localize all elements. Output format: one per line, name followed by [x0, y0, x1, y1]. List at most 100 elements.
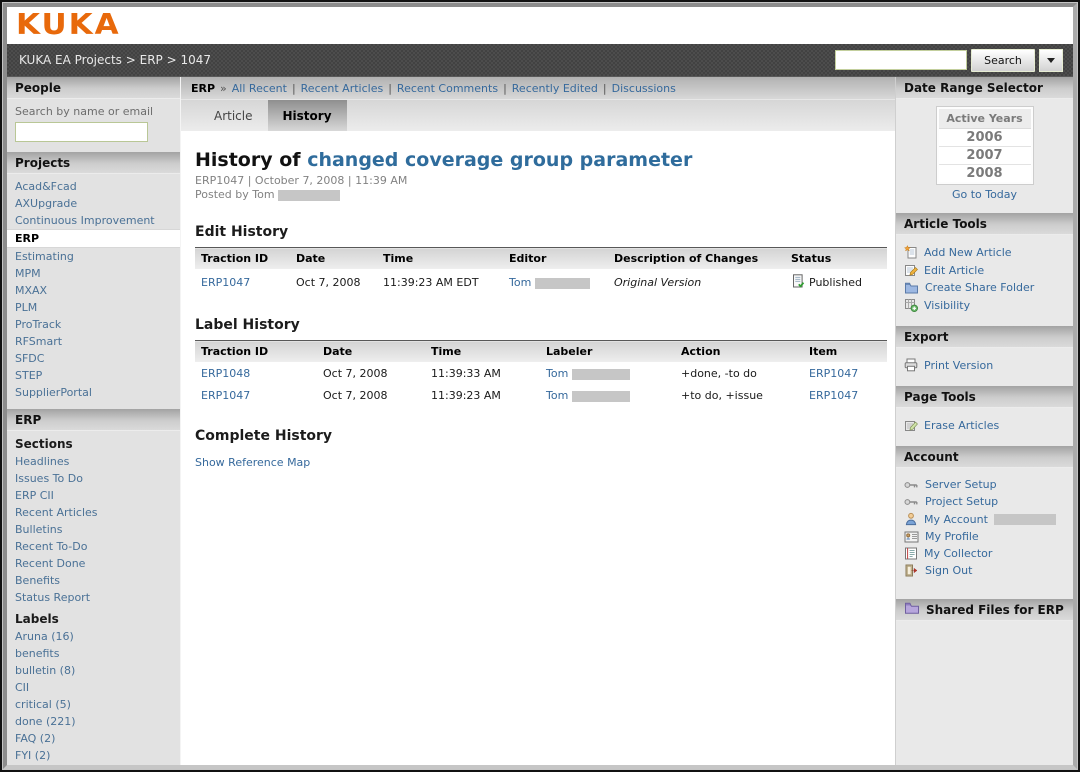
people-search-label: Search by name or email	[15, 105, 172, 118]
section-link[interactable]: Headlines	[7, 453, 180, 470]
project-link[interactable]: ProTrack	[7, 316, 180, 333]
item-link[interactable]: ERP1047	[809, 389, 858, 402]
table-row: ERP1047 Oct 7, 2008 11:39:23 AM Tom +to …	[195, 384, 887, 406]
labeler-link[interactable]: Tom	[546, 389, 568, 402]
section-link[interactable]: Bulletins	[7, 521, 180, 538]
section-link[interactable]: Status Report	[7, 589, 180, 606]
year-link[interactable]: 2006	[939, 129, 1031, 147]
redacted-text	[572, 391, 630, 402]
section-link[interactable]: ERP CII	[7, 487, 180, 504]
label-link[interactable]: benefits	[7, 645, 180, 662]
erase-articles-link[interactable]: Erase Articles	[924, 419, 999, 432]
search-input[interactable]	[835, 50, 967, 70]
print-version-link[interactable]: Print Version	[924, 359, 993, 372]
tab-article[interactable]: Article	[199, 100, 268, 131]
project-link[interactable]: RFSmart	[7, 333, 180, 350]
labels-label: Labels	[7, 606, 180, 628]
redacted-text	[278, 190, 340, 201]
section-link[interactable]: Recent Articles	[7, 504, 180, 521]
label-link[interactable]: bulletin (8)	[7, 662, 180, 679]
section-link[interactable]: Recent Done	[7, 555, 180, 572]
projects-list: Acad&Fcad AXUpgrade Continuous Improveme…	[7, 174, 180, 409]
redacted-text	[535, 278, 590, 289]
col-description: Description of Changes	[608, 248, 785, 270]
cell-date: Oct 7, 2008	[290, 269, 377, 295]
search-zone: Search	[835, 49, 1063, 72]
item-link[interactable]: ERP1047	[809, 367, 858, 380]
active-years-box: Active Years 2006 2007 2008	[937, 107, 1033, 184]
server-setup-link[interactable]: Server Setup	[925, 478, 997, 491]
article-title-link[interactable]: changed coverage group parameter	[307, 149, 692, 171]
create-share-folder-link[interactable]: Create Share Folder	[925, 281, 1034, 294]
cell-time: 11:39:23 AM EDT	[377, 269, 503, 295]
add-new-article-link[interactable]: Add New Article	[924, 246, 1012, 259]
tab-history[interactable]: History	[268, 100, 347, 131]
project-link[interactable]: Acad&Fcad	[7, 178, 180, 195]
published-icon	[791, 274, 805, 291]
year-link[interactable]: 2007	[939, 147, 1031, 165]
project-setup-link[interactable]: Project Setup	[925, 495, 998, 508]
visibility-link[interactable]: Visibility	[924, 299, 970, 312]
project-link[interactable]: SFDC	[7, 350, 180, 367]
show-reference-map-link[interactable]: Show Reference Map	[195, 456, 310, 469]
traction-id-link[interactable]: ERP1048	[201, 367, 250, 380]
cell-date: Oct 7, 2008	[317, 362, 425, 384]
label-link[interactable]: headline	[7, 764, 180, 765]
project-link-selected[interactable]: ERP	[7, 229, 180, 248]
traction-id-link[interactable]: ERP1047	[201, 389, 250, 402]
section-header-article-tools: Article Tools	[896, 213, 1073, 235]
tool-item: My Profile	[904, 528, 1069, 545]
editor-link[interactable]: Tom	[509, 276, 531, 289]
col-labeler: Labeler	[540, 341, 675, 363]
search-dropdown-button[interactable]	[1039, 49, 1063, 72]
nav-link-recently-edited[interactable]: Recently Edited	[512, 82, 598, 95]
nav-link-recent-articles[interactable]: Recent Articles	[301, 82, 384, 95]
project-link[interactable]: MXAX	[7, 282, 180, 299]
nav-link-recent-comments[interactable]: Recent Comments	[397, 82, 498, 95]
year-link[interactable]: 2008	[939, 165, 1031, 182]
search-button[interactable]: Search	[971, 49, 1035, 72]
top-bar: KUKA EA Projects > ERP > 1047 Search	[7, 44, 1073, 77]
project-link[interactable]: STEP	[7, 367, 180, 384]
label-link[interactable]: FYI (2)	[7, 747, 180, 764]
sign-out-link[interactable]: Sign Out	[925, 564, 972, 577]
add-new-article-icon	[904, 245, 918, 259]
nav-link-discussions[interactable]: Discussions	[612, 82, 676, 95]
nav-link-all-recent[interactable]: All Recent	[232, 82, 287, 95]
label-link[interactable]: done (221)	[7, 713, 180, 730]
go-to-today-link[interactable]: Go to Today	[896, 184, 1073, 211]
my-account-link[interactable]: My Account	[924, 513, 988, 526]
nav-pipe: |	[503, 82, 507, 95]
traction-id-link[interactable]: ERP1047	[201, 276, 250, 289]
section-link[interactable]: Recent To-Do	[7, 538, 180, 555]
project-link[interactable]: SupplierPortal	[7, 384, 180, 401]
project-link[interactable]: Continuous Improvement	[7, 212, 180, 229]
project-link[interactable]: Estimating	[7, 248, 180, 265]
my-collector-link[interactable]: My Collector	[924, 547, 992, 560]
table-header-row: Traction ID Date Time Editor Description…	[195, 248, 887, 270]
col-date: Date	[317, 341, 425, 363]
section-link[interactable]: Issues To Do	[7, 470, 180, 487]
shared-files-header[interactable]: Shared Files for ERP	[896, 599, 1073, 621]
edit-article-link[interactable]: Edit Article	[924, 264, 984, 277]
project-link[interactable]: PLM	[7, 299, 180, 316]
project-link[interactable]: AXUpgrade	[7, 195, 180, 212]
kuka-logo[interactable]: KUKA	[16, 11, 121, 40]
project-link[interactable]: MPM	[7, 265, 180, 282]
labeler-link[interactable]: Tom	[546, 367, 568, 380]
page-title: History of changed coverage group parame…	[195, 149, 881, 171]
my-profile-link[interactable]: My Profile	[925, 530, 979, 543]
people-search-input[interactable]	[15, 122, 148, 142]
breadcrumb[interactable]: KUKA EA Projects > ERP > 1047	[19, 53, 211, 67]
label-link[interactable]: FAQ (2)	[7, 730, 180, 747]
section-header-erp: ERP	[7, 409, 180, 431]
sections-label: Sections	[7, 431, 180, 453]
label-link[interactable]: Aruna (16)	[7, 628, 180, 645]
date-range-selector: Active Years 2006 2007 2008 Go to Today	[896, 99, 1073, 213]
key-icon	[904, 480, 919, 490]
col-time: Time	[425, 341, 540, 363]
label-link[interactable]: CII	[7, 679, 180, 696]
section-link[interactable]: Benefits	[7, 572, 180, 589]
label-link[interactable]: critical (5)	[7, 696, 180, 713]
section-header-page-tools: Page Tools	[896, 386, 1073, 408]
